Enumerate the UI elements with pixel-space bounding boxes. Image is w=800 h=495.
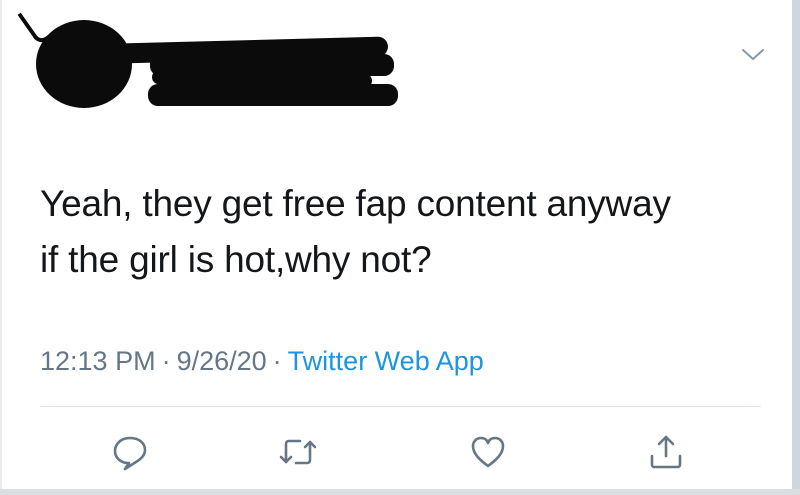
tweet-text: Yeah, they get free fap content anyway i… xyxy=(40,176,770,288)
tweet-actions xyxy=(0,422,792,482)
tweet-text-line: Yeah, they get free fap content anyway xyxy=(40,183,671,224)
meta-separator: · xyxy=(161,346,171,376)
avatar[interactable] xyxy=(36,20,132,108)
tweet-text-line: if the girl is hot,why not? xyxy=(40,239,432,280)
right-border xyxy=(792,0,800,495)
redaction-mark xyxy=(148,84,398,106)
divider xyxy=(40,406,761,407)
reply-button[interactable] xyxy=(108,430,152,474)
left-border xyxy=(0,0,2,495)
like-button[interactable] xyxy=(466,430,510,474)
share-button[interactable] xyxy=(644,430,688,474)
chevron-down-icon[interactable] xyxy=(740,46,766,64)
retweet-icon xyxy=(276,432,320,472)
comment-icon xyxy=(110,432,150,472)
tweet-date[interactable]: 9/26/20 xyxy=(177,346,267,376)
bottom-border xyxy=(0,489,800,495)
tweet-source-link[interactable]: Twitter Web App xyxy=(288,346,484,376)
retweet-button[interactable] xyxy=(276,430,320,474)
meta-separator: · xyxy=(272,346,282,376)
tweet-card: Yeah, they get free fap content anyway i… xyxy=(0,0,792,495)
tweet-meta: 12:13 PM · 9/26/20 · Twitter Web App xyxy=(40,343,484,379)
heart-icon xyxy=(468,432,508,472)
share-icon xyxy=(646,432,686,472)
tweet-time[interactable]: 12:13 PM xyxy=(40,346,156,376)
